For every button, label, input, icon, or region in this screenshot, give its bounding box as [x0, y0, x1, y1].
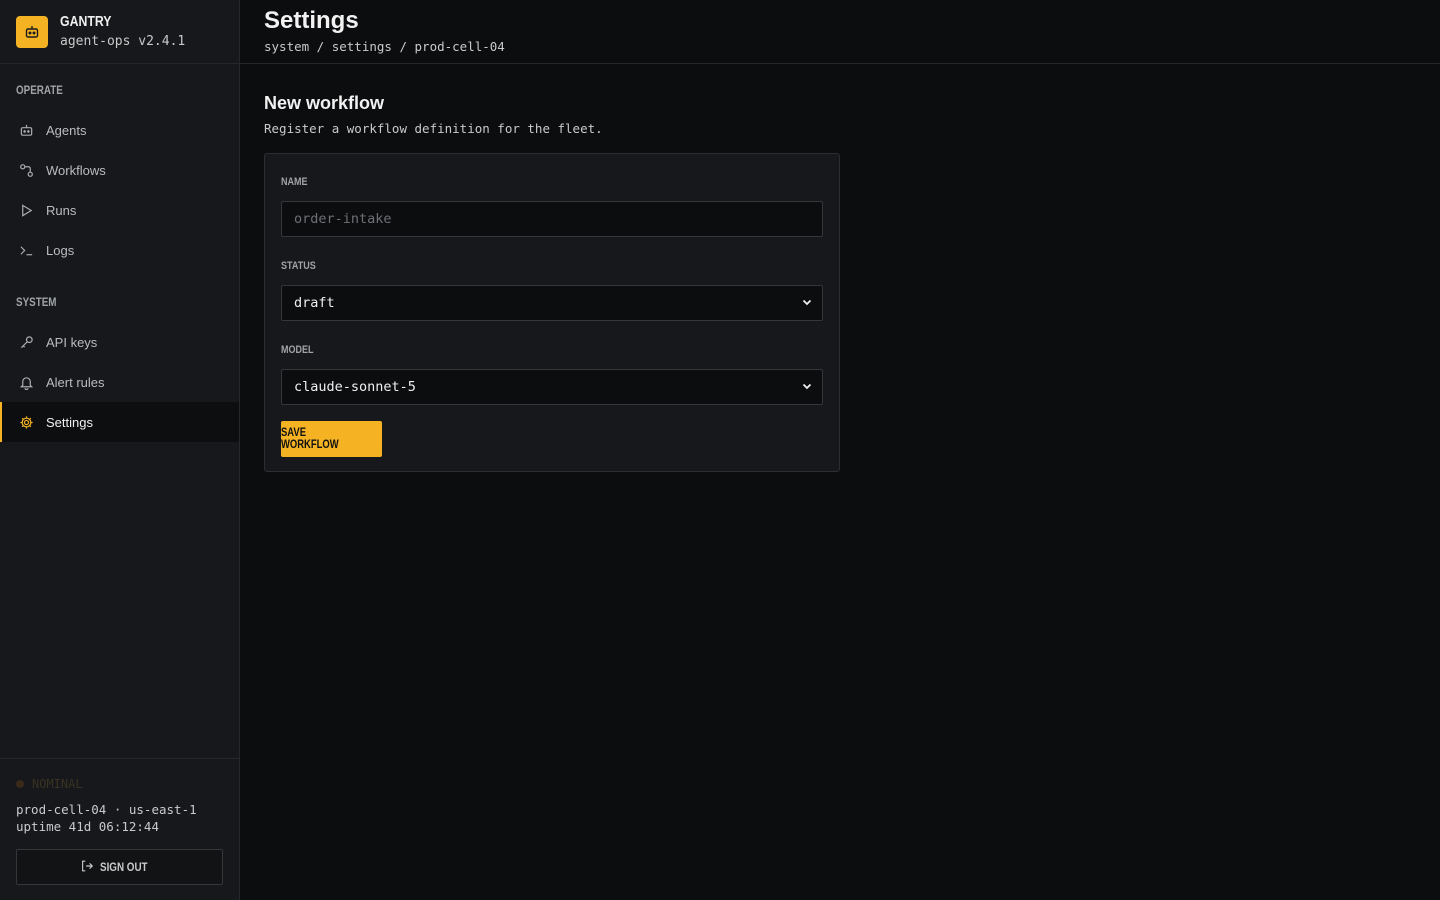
sidebar: GANTRY agent-ops v2.4.1 OPERATE Agents W… — [0, 0, 240, 900]
sign-out-icon — [80, 859, 94, 876]
model-select[interactable]: claude-sonnet-5 — [281, 369, 823, 405]
sidebar-item-label: Logs — [46, 242, 75, 258]
nav-heading-system: SYSTEM — [16, 295, 57, 309]
workflow-icon — [18, 162, 34, 178]
brand: GANTRY agent-ops v2.4.1 — [0, 0, 239, 64]
status-value: draft — [294, 295, 335, 311]
save-workflow-label: SAVE WORKFLOW — [281, 427, 339, 451]
status-select[interactable]: draft — [281, 285, 823, 321]
bell-icon — [18, 374, 34, 390]
workflow-form-card: NAME order-intake STATUS draft MODEL cla… — [264, 153, 840, 472]
name-input[interactable]: order-intake — [281, 201, 823, 237]
play-icon — [18, 202, 34, 218]
page-title: Settings — [264, 7, 359, 34]
robot-icon — [18, 122, 34, 138]
form-description: Register a workflow definition for the f… — [264, 121, 603, 136]
sign-out-label: SIGN OUT — [100, 860, 149, 874]
sidebar-item-runs[interactable]: Runs — [0, 190, 239, 230]
status-dot-icon — [16, 780, 24, 788]
chevron-down-icon — [802, 379, 812, 395]
nav-system: SYSTEM API keys Alert rules Settings — [0, 270, 239, 442]
form-title: New workflow — [264, 93, 385, 113]
terminal-icon — [18, 242, 34, 258]
brand-version: agent-ops v2.4.1 — [60, 34, 186, 49]
nav-heading-operate: OPERATE — [16, 83, 63, 97]
brand-name: GANTRY — [60, 13, 112, 30]
workflow-form-section: New workflow Register a workflow definit… — [240, 64, 1440, 472]
nav-operate: OPERATE Agents Workflows Runs Logs — [0, 64, 239, 270]
robot-icon — [16, 15, 48, 48]
sidebar-item-agents[interactable]: Agents — [0, 110, 239, 150]
key-icon — [18, 334, 34, 350]
sidebar-item-label: API keys — [46, 334, 98, 350]
cell-info: prod-cell-04 · us-east-1 — [16, 802, 197, 817]
sidebar-item-label: Workflows — [46, 162, 106, 178]
name-label: NAME — [281, 176, 308, 188]
sidebar-item-label: Agents — [46, 122, 87, 138]
save-workflow-button[interactable]: SAVE WORKFLOW — [281, 421, 382, 457]
name-field-group: NAME order-intake — [281, 174, 823, 237]
page-header: Settings system / settings / prod-cell-0… — [240, 0, 1440, 64]
sidebar-item-label: Runs — [46, 202, 77, 218]
sidebar-item-settings[interactable]: Settings — [0, 402, 239, 442]
uptime-info: uptime 41d 06:12:44 — [16, 819, 159, 834]
model-value: claude-sonnet-5 — [294, 379, 416, 395]
sidebar-item-label: Alert rules — [46, 374, 105, 390]
model-label: MODEL — [281, 344, 314, 356]
gear-icon — [18, 414, 34, 430]
sign-out-button[interactable]: SIGN OUT — [16, 849, 223, 885]
name-placeholder: order-intake — [294, 211, 392, 227]
chevron-down-icon — [802, 295, 812, 311]
status-text: NOMINAL — [32, 777, 83, 791]
sidebar-item-alert-rules[interactable]: Alert rules — [0, 362, 239, 402]
sidebar-item-logs[interactable]: Logs — [0, 230, 239, 270]
breadcrumb: system / settings / prod-cell-04 — [264, 39, 505, 54]
main-content: Settings system / settings / prod-cell-0… — [240, 0, 1440, 900]
sidebar-item-api-keys[interactable]: API keys — [0, 322, 239, 362]
model-field-group: MODEL claude-sonnet-5 — [281, 342, 823, 405]
sidebar-item-label: Settings — [46, 414, 93, 430]
status-field-group: STATUS draft — [281, 258, 823, 321]
sidebar-item-workflows[interactable]: Workflows — [0, 150, 239, 190]
status-label: STATUS — [281, 260, 316, 272]
sidebar-footer: NOMINAL prod-cell-04 · us-east-1 uptime … — [0, 758, 240, 900]
system-status: NOMINAL — [16, 777, 224, 791]
